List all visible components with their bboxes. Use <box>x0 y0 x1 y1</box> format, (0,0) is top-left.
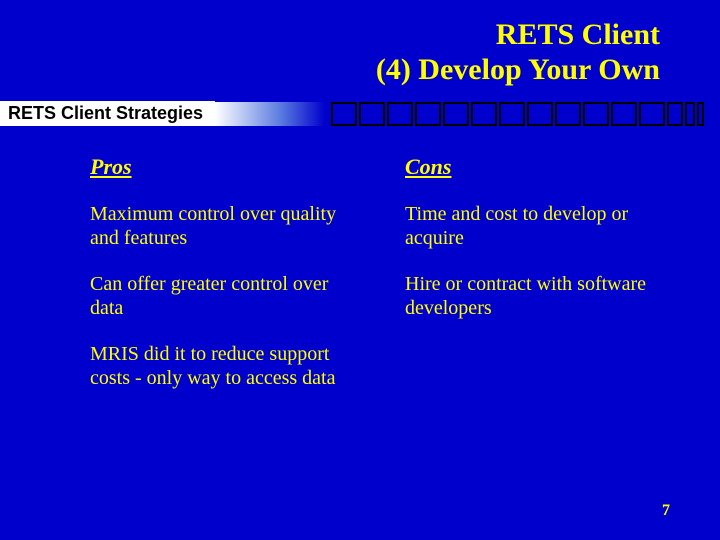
list-item: Maximum control over quality and feature… <box>90 202 365 250</box>
list-item: Can offer greater control over data <box>90 272 365 320</box>
deco-square <box>499 102 525 126</box>
pros-column: Pros Maximum control over quality and fe… <box>90 154 365 412</box>
deco-square <box>639 102 665 126</box>
list-item: Hire or contract with software developer… <box>405 272 680 320</box>
deco-square <box>611 102 637 126</box>
deco-square <box>697 102 704 126</box>
deco-square <box>415 102 441 126</box>
deco-square <box>555 102 581 126</box>
pros-header: Pros <box>90 154 365 180</box>
deco-square <box>359 102 385 126</box>
title-line-2: (4) Develop Your Own <box>0 53 660 88</box>
deco-square <box>667 102 683 126</box>
deco-square <box>527 102 553 126</box>
content-area: Pros Maximum control over quality and fe… <box>0 126 720 412</box>
page-number: 7 <box>662 502 670 520</box>
title-line-1: RETS Client <box>0 18 660 53</box>
subtitle-label: RETS Client Strategies <box>0 101 215 126</box>
deco-square <box>443 102 469 126</box>
squares-decor <box>325 102 720 126</box>
cons-header: Cons <box>405 154 680 180</box>
deco-square <box>331 102 357 126</box>
list-item: MRIS did it to reduce support costs - on… <box>90 342 365 390</box>
deco-square <box>387 102 413 126</box>
decorative-bar <box>215 102 720 126</box>
cons-column: Cons Time and cost to develop or acquire… <box>405 154 680 412</box>
deco-square <box>685 102 695 126</box>
list-item: Time and cost to develop or acquire <box>405 202 680 250</box>
deco-square <box>583 102 609 126</box>
slide-title: RETS Client (4) Develop Your Own <box>0 0 720 97</box>
subtitle-bar: RETS Client Strategies <box>0 101 720 126</box>
deco-square <box>471 102 497 126</box>
gradient-decor <box>215 102 325 126</box>
